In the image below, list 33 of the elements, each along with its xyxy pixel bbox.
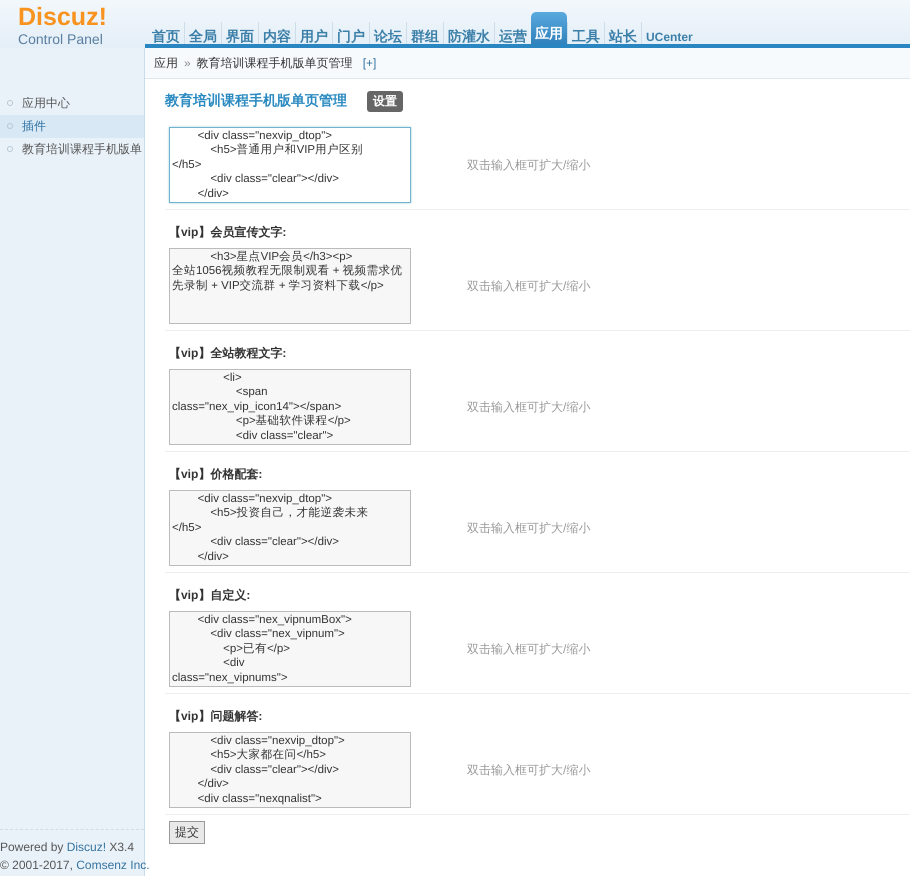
hint-text: 双击输入框可扩大/缩小	[467, 278, 590, 294]
code-textarea[interactable]: <div class="nexvip_dtop"> <h5>投资自己，才能逆袭未来 </h5> <div class="clear"></div> </div>	[169, 490, 411, 566]
code-textarea[interactable]: <div class="nex_vipnumBox"> <div class="nex_vipnum"> <p>已有</p> <div class="nex_vipnums">	[169, 611, 411, 687]
footer-link[interactable]: Comsenz Inc.	[76, 858, 150, 872]
footer-text: Powered by Discuz! X3.4	[0, 839, 136, 856]
logo-subtitle: Control Panel	[18, 31, 103, 47]
hint-text: 双击输入框可扩大/缩小	[467, 156, 590, 174]
sidebar-item[interactable]: 教育培训课程手机版单	[0, 138, 144, 161]
field-label: 【vip】价格配套:	[169, 467, 262, 481]
field-label: 【vip】全站教程文字:	[169, 346, 286, 360]
hint-text: 双击输入框可扩大/缩小	[467, 640, 590, 658]
logo: Discuz!	[18, 4, 107, 30]
hint-text: 双击输入框可扩大/缩小	[467, 762, 590, 778]
breadcrumb-separator: »	[184, 56, 191, 70]
sidebar-item[interactable]: 应用中心	[0, 92, 144, 115]
field-label: 【vip】自定义:	[169, 588, 250, 602]
code-textarea[interactable]: <div class="nexvip_dtop"> <h5>普通用户和VIP用户区别 </h5> <div class="clear"></div> </div>	[169, 127, 411, 203]
sidebar-item[interactable]: 插件	[0, 115, 144, 138]
expand-link[interactable]: [+]	[362, 56, 376, 70]
page-title: 教育培训课程手机版单页管理	[165, 92, 347, 110]
breadcrumb-link[interactable]: 应用	[154, 54, 178, 72]
code-textarea[interactable]: <h3>星点VIP会员</h3><p> 全站1056视频教程无限制观看 + 视频需求优先录制 + VIP交流群 + 学习资料下载</p>	[169, 248, 411, 324]
field-label: 【vip】问题解答:	[169, 709, 262, 723]
footer-link[interactable]: Discuz!	[66, 840, 106, 854]
settings-badge[interactable]: 设置	[367, 90, 403, 112]
hint-text: 双击输入框可扩大/缩小	[467, 398, 590, 416]
submit-button[interactable]: 提交	[169, 821, 205, 844]
hint-text: 双击输入框可扩大/缩小	[467, 520, 590, 536]
field-label: 【vip】会员宣传文字:	[169, 225, 286, 239]
code-textarea[interactable]: <div class="nexvip_dtop"> <h5>大家都在问</h5> <div class="clear"></div> </div> <div class="nexqnalist">	[169, 732, 411, 808]
breadcrumb-current: 教育培训课程手机版单页管理	[196, 54, 353, 72]
code-textarea[interactable]: <li> <span class="nex_vip_icon14"></span> <p>基础软件课程</p> <div class="clear">	[169, 369, 411, 445]
nav-tab[interactable]: 首页	[148, 22, 184, 48]
